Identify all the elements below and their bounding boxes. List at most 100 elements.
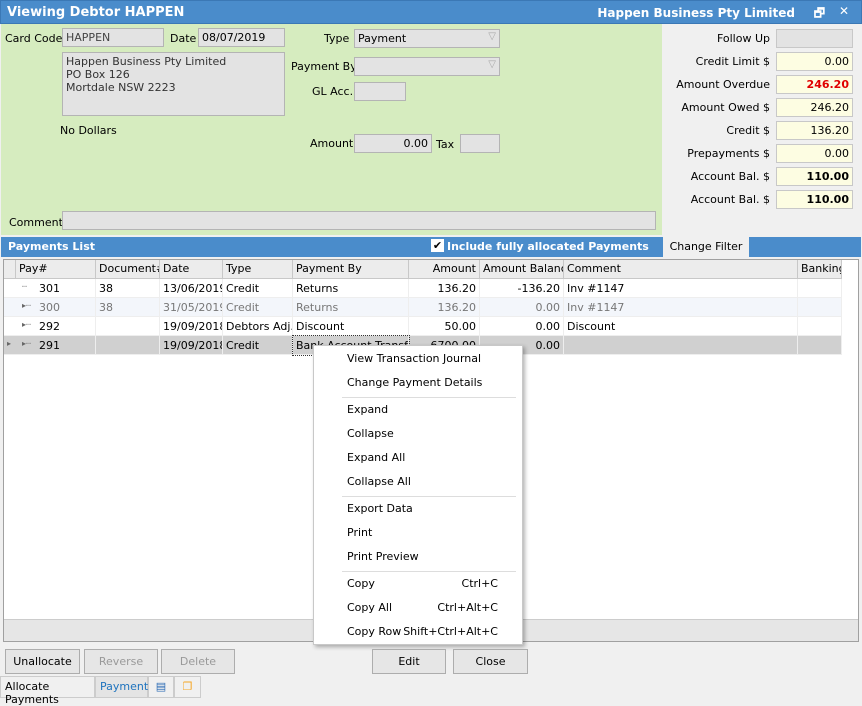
payments-list-bar: Payments List ✔ Include fully allocated …: [1, 237, 861, 257]
menu-item[interactable]: Export Data: [315, 498, 522, 520]
close-button[interactable]: Close: [453, 649, 528, 674]
menu-item-shortcut: Shift+Ctrl+Alt+C: [403, 625, 498, 638]
table-row[interactable]: ┈ 301 38 13/06/2019 Credit Returns 136.20 -136.…: [4, 279, 842, 298]
table-row[interactable]: ▸┈ 292 19/09/2018 Debtors Adj. Discount 50.00…: [4, 317, 842, 336]
type-value: Payment: [358, 32, 407, 45]
column-header[interactable]: Pay#: [16, 260, 96, 279]
company-name: Happen Business Pty Limited: [597, 6, 795, 20]
close-icon[interactable]: ✕: [839, 4, 849, 18]
payments-list-title: Payments List: [8, 240, 95, 253]
summary-value: 110.00: [776, 190, 853, 209]
menu-item[interactable]: Copy Row Shift+Ctrl+Alt+C: [315, 621, 522, 643]
menu-item[interactable]: View Transaction Journal: [315, 348, 522, 370]
menu-item[interactable]: Expand: [315, 399, 522, 421]
restore-icon[interactable]: 🗗: [814, 4, 825, 25]
documents-icon[interactable]: ❐: [174, 676, 201, 698]
table-cell: Credit: [223, 298, 293, 317]
report-icon[interactable]: ▤: [148, 676, 174, 698]
menu-item-label: Expand All: [347, 451, 406, 464]
table-cell: Discount: [293, 317, 409, 336]
gl-acc-label: GL Acc.: [312, 85, 354, 98]
address-line: Mortdale NSW 2223: [66, 81, 176, 94]
table-cell: 19/09/2018: [160, 336, 223, 355]
table-cell: Inv #1147: [564, 279, 798, 298]
table-cell: Inv #1147: [564, 298, 798, 317]
table-cell: [798, 279, 842, 298]
menu-item[interactable]: Print Preview: [315, 546, 522, 568]
summary-value: 0.00: [776, 144, 853, 163]
menu-item-label: Copy All: [347, 601, 393, 614]
menu-item-label: Print Preview: [347, 550, 419, 563]
window-title: Viewing Debtor HAPPEN: [7, 5, 185, 20]
card-code-field[interactable]: HAPPEN: [62, 28, 164, 47]
expand-icon[interactable]: ▸┈: [22, 301, 31, 310]
expand-icon[interactable]: ▸┈: [22, 320, 31, 329]
table-cell: Returns: [293, 298, 409, 317]
menu-item-label: Print: [347, 526, 373, 539]
menu-item[interactable]: Collapse All: [315, 471, 522, 493]
delete-button[interactable]: Delete: [161, 649, 235, 674]
table-cell: 136.20: [409, 298, 480, 317]
table-cell: 19/09/2018: [160, 317, 223, 336]
payment-by-select[interactable]: ▽: [354, 57, 500, 76]
amount-field[interactable]: 0.00: [354, 134, 432, 153]
menu-item-shortcut: Ctrl+C: [461, 577, 498, 590]
address-field[interactable]: Happen Business Pty Limited PO Box 126 M…: [62, 52, 285, 116]
menu-item[interactable]: Copy Ctrl+C: [315, 573, 522, 595]
menu-item-shortcut: Ctrl+Alt+C: [437, 601, 498, 614]
reverse-button[interactable]: Reverse: [84, 649, 158, 674]
summary-label: Follow Up: [716, 32, 770, 45]
menu-item[interactable]: Expand All: [315, 447, 522, 469]
column-header[interactable]: Amount: [409, 260, 480, 279]
table-cell: [96, 317, 160, 336]
tab-allocate-payments[interactable]: Allocate Payments: [0, 676, 95, 706]
menu-item[interactable]: Print: [315, 522, 522, 544]
menu-item-label: Copy: [347, 577, 375, 590]
edit-button[interactable]: Edit: [372, 649, 446, 674]
include-allocated-checkbox[interactable]: ✔: [431, 239, 444, 252]
summary-label: Account Bal. $: [690, 193, 770, 206]
tax-label: Tax: [436, 138, 455, 151]
menu-separator: [342, 397, 516, 398]
menu-item[interactable]: Copy All Ctrl+Alt+C: [315, 597, 522, 619]
tab-payments[interactable]: Payments: [95, 676, 154, 698]
table-cell: Discount: [564, 317, 798, 336]
table-cell: 31/05/2019: [160, 298, 223, 317]
table-cell: [798, 298, 842, 317]
address-line: PO Box 126: [66, 68, 130, 81]
menu-item[interactable]: Change Payment Details: [315, 372, 522, 394]
column-header[interactable]: Comment: [564, 260, 798, 279]
table-cell: Credit: [223, 279, 293, 298]
change-filter-button[interactable]: Change Filter: [663, 237, 749, 257]
unallocate-button[interactable]: Unallocate: [5, 649, 80, 674]
column-header[interactable]: Banking: [798, 260, 842, 279]
expand-icon[interactable]: ┈: [22, 282, 27, 291]
menu-item[interactable]: Collapse: [315, 423, 522, 445]
table-cell: [96, 336, 160, 355]
type-select[interactable]: Payment ▽: [354, 29, 500, 48]
table-cell: Debtors Adj.: [223, 317, 293, 336]
tax-field[interactable]: [460, 134, 500, 153]
summary-label: Amount Owed $: [681, 101, 770, 114]
comment-label: Comment: [9, 216, 63, 229]
date-field[interactable]: 08/07/2019: [198, 28, 285, 47]
summary-value: 110.00: [776, 167, 853, 186]
card-code-label: Card Code: [5, 32, 63, 45]
summary-label: Amount Overdue: [676, 78, 770, 91]
column-header[interactable]: Document#: [96, 260, 160, 279]
table-cell: 136.20: [409, 279, 480, 298]
menu-item-label: Expand: [347, 403, 389, 416]
table-cell: 0.00: [480, 317, 564, 336]
expand-icon[interactable]: ▸┈: [22, 339, 31, 348]
table-row[interactable]: ▸┈ 300 38 31/05/2019 Credit Returns 136.20 0.00…: [4, 298, 842, 317]
gl-acc-field[interactable]: [354, 82, 406, 101]
menu-item-label: Collapse: [347, 427, 394, 440]
header-panel: Card Code HAPPEN Date 08/07/2019 Happen …: [1, 24, 662, 235]
column-header[interactable]: Type: [223, 260, 293, 279]
column-header[interactable]: Amount Balance: [480, 260, 564, 279]
comment-field[interactable]: [62, 211, 656, 230]
column-header[interactable]: Date: [160, 260, 223, 279]
column-header[interactable]: Payment By: [293, 260, 409, 279]
include-allocated-label: Include fully allocated Payments: [447, 240, 649, 253]
summary-label: Account Bal. $: [690, 170, 770, 183]
